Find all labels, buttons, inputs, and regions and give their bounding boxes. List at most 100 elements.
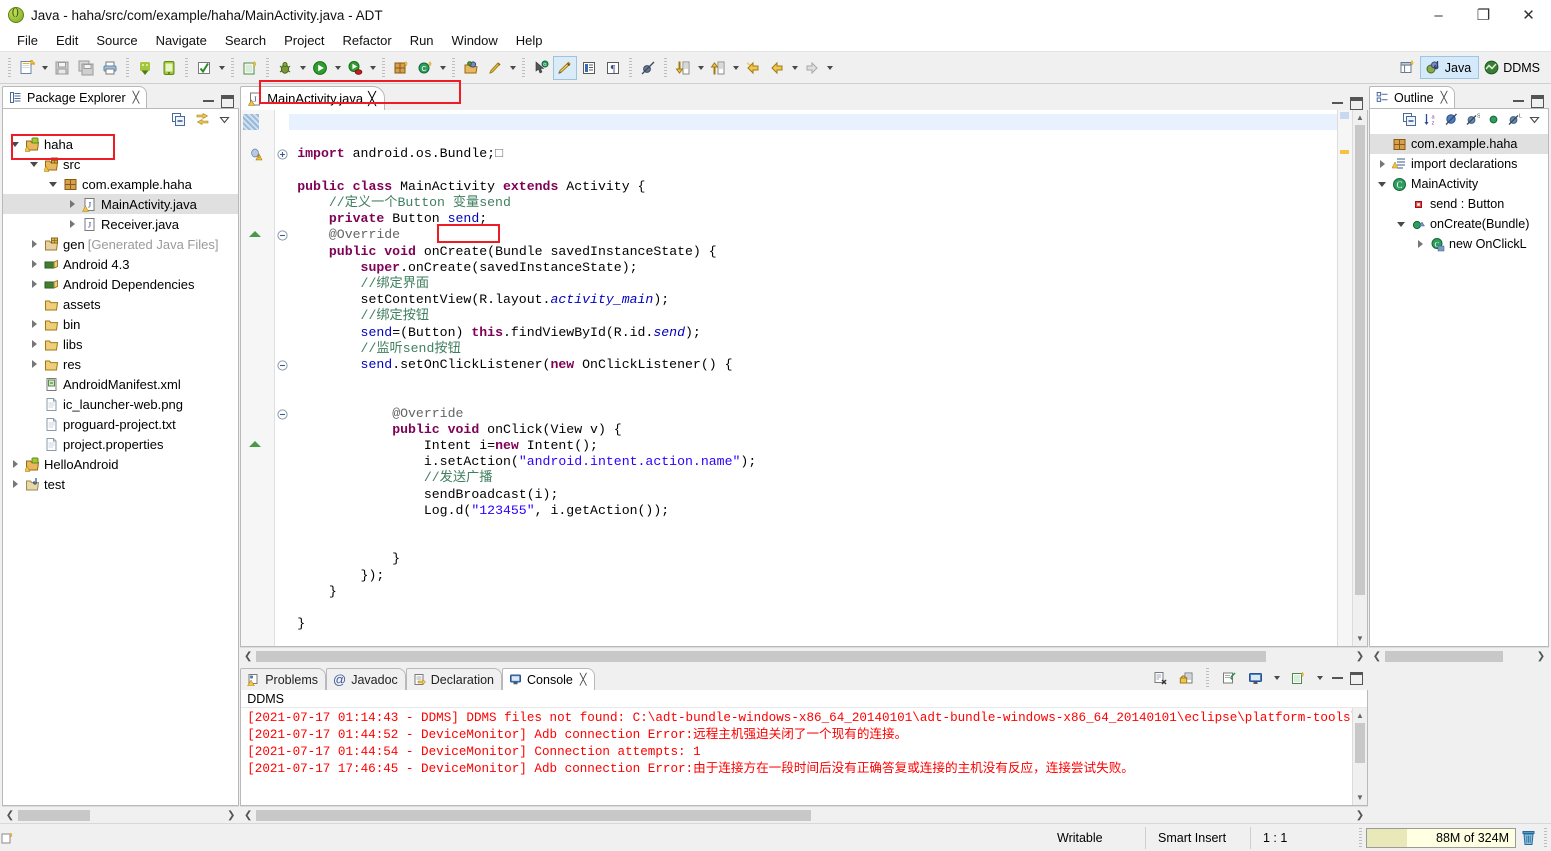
tree-item[interactable]: test xyxy=(3,474,238,494)
toolbar-grip-7[interactable] xyxy=(452,57,455,78)
chevron-down-icon[interactable] xyxy=(1374,181,1390,187)
hscroll-track[interactable] xyxy=(256,809,1352,821)
save-all-icon[interactable] xyxy=(74,56,98,80)
toolbar-grip-4[interactable] xyxy=(231,57,234,78)
tree-item[interactable]: AndroidManifest.xml xyxy=(3,374,238,394)
new-android-project-icon[interactable] xyxy=(238,56,262,80)
menu-file[interactable]: File xyxy=(8,31,47,50)
hide-static-icon[interactable]: S xyxy=(1463,110,1482,129)
next-annotation-icon[interactable] xyxy=(706,56,730,80)
previous-annotation-dropdown-icon[interactable] xyxy=(695,56,706,80)
tree-item[interactable]: gen [Generated Java Files] xyxy=(3,234,238,254)
hide-local-types-icon[interactable]: L xyxy=(1505,110,1524,129)
new-java-class-dropdown-icon[interactable] xyxy=(437,56,448,80)
tree-item[interactable]: HelloAndroid xyxy=(3,454,238,474)
console-content[interactable]: DDMS [2021-07-17 01:14:43 - DDMS] DDMS f… xyxy=(240,690,1368,806)
scroll-up-icon[interactable]: ▲ xyxy=(1353,708,1367,723)
menu-project[interactable]: Project xyxy=(275,31,333,50)
chevron-right-icon[interactable] xyxy=(26,360,42,368)
maximize-button[interactable]: ❐ xyxy=(1461,0,1506,30)
vscroll-thumb[interactable] xyxy=(1355,125,1365,595)
code-area[interactable]: package com.example.haha; import android… xyxy=(289,110,1337,646)
new-java-package-icon[interactable] xyxy=(389,56,413,80)
chevron-right-icon[interactable] xyxy=(7,480,23,488)
console-toolbar-grip[interactable] xyxy=(1206,668,1209,688)
menu-navigate[interactable]: Navigate xyxy=(147,31,216,50)
tree-item[interactable]: proguard-project.txt xyxy=(3,414,238,434)
menu-search[interactable]: Search xyxy=(216,31,275,50)
hscroll-thumb[interactable] xyxy=(18,809,90,821)
back-dropdown-icon[interactable] xyxy=(789,56,800,80)
hscroll-track[interactable] xyxy=(1385,650,1533,662)
toggle-ant-icon[interactable] xyxy=(553,55,577,80)
close-icon[interactable]: ╳ xyxy=(580,673,587,686)
tree-item[interactable]: com.example.haha xyxy=(3,174,238,194)
search-dropdown-icon[interactable] xyxy=(507,56,518,80)
scroll-right-icon[interactable]: ❯ xyxy=(1533,651,1549,662)
new-wizard-dropdown-icon[interactable] xyxy=(39,56,50,80)
close-icon[interactable]: ╳ xyxy=(368,91,376,107)
menu-window[interactable]: Window xyxy=(443,31,507,50)
sort-icon[interactable]: az xyxy=(1421,110,1440,129)
tree-item[interactable]: project.properties xyxy=(3,434,238,454)
tree-item[interactable]: libs xyxy=(3,334,238,354)
android-virtual-device-manager-icon[interactable] xyxy=(157,56,181,80)
code-editor[interactable]: ! package com.example.haha; import andro… xyxy=(240,110,1368,647)
maximize-view-icon[interactable] xyxy=(221,95,235,108)
search-icon[interactable] xyxy=(483,56,507,80)
minimize-view-icon[interactable] xyxy=(1512,95,1525,108)
tree-item[interactable]: ic_launcher-web.png xyxy=(3,394,238,414)
scroll-right-icon[interactable]: ❯ xyxy=(1352,651,1368,662)
perspective-ddms[interactable]: DDMS xyxy=(1479,56,1547,79)
hide-non-public-icon[interactable] xyxy=(1484,110,1503,129)
editor-gutter[interactable]: ! xyxy=(241,110,276,646)
maximize-view-icon[interactable] xyxy=(1531,95,1544,108)
console-hscrollbar[interactable]: ❮ ❯ xyxy=(240,806,1368,823)
chevron-right-icon[interactable] xyxy=(26,260,42,268)
open-console-icon[interactable] xyxy=(1288,669,1308,688)
new-java-class-icon[interactable]: C xyxy=(413,56,437,80)
collapse-all-icon[interactable] xyxy=(168,110,188,129)
skip-all-breakpoints-icon[interactable] xyxy=(636,56,660,80)
build-check-icon[interactable] xyxy=(192,56,216,80)
fold-collapse-icon[interactable] xyxy=(277,360,288,371)
tree-item[interactable]: C MainActivity xyxy=(1370,174,1548,194)
pin-console-icon[interactable] xyxy=(1219,669,1239,688)
tab-mainactivity-java[interactable]: J MainActivity.java ╳ xyxy=(240,86,385,110)
last-edit-location-icon[interactable] xyxy=(741,56,765,80)
chevron-right-icon[interactable] xyxy=(26,320,42,328)
next-annotation-dropdown-icon[interactable] xyxy=(730,56,741,80)
previous-annotation-icon[interactable] xyxy=(671,56,695,80)
hscroll-thumb[interactable] xyxy=(256,809,812,821)
editor-hscrollbar[interactable]: ❮ ❯ xyxy=(240,647,1368,664)
chevron-down-icon[interactable] xyxy=(26,161,42,167)
tree-item[interactable]: com.example.haha xyxy=(1370,134,1548,154)
run-external-dropdown-icon[interactable] xyxy=(367,56,378,80)
scroll-left-icon[interactable]: ❮ xyxy=(2,810,18,821)
chevron-right-icon[interactable] xyxy=(1412,240,1428,248)
scroll-left-icon[interactable]: ❮ xyxy=(1369,651,1385,662)
show-whitespace-icon[interactable]: ¶ xyxy=(601,56,625,80)
editor-vscrollbar[interactable]: ▲ ▼ xyxy=(1352,110,1367,646)
tree-item[interactable]: bin xyxy=(3,314,238,334)
chevron-right-icon[interactable] xyxy=(1374,160,1390,168)
menu-source[interactable]: Source xyxy=(87,31,146,50)
hide-fields-icon[interactable] xyxy=(1442,110,1461,129)
scroll-down-icon[interactable]: ▼ xyxy=(1353,631,1367,646)
close-button[interactable]: ✕ xyxy=(1506,0,1551,30)
fold-expand-icon[interactable] xyxy=(277,149,288,160)
menu-edit[interactable]: Edit xyxy=(47,31,87,50)
overview-ruler[interactable] xyxy=(1337,110,1352,646)
hscroll-track[interactable] xyxy=(256,650,1352,662)
hscroll-thumb[interactable] xyxy=(256,650,1267,662)
perspective-java[interactable]: Java xyxy=(1419,56,1480,79)
back-icon[interactable] xyxy=(765,56,789,80)
toolbar-grip-9[interactable] xyxy=(629,57,632,78)
scroll-left-icon[interactable]: ❮ xyxy=(240,810,256,821)
tree-item[interactable]: send : Button xyxy=(1370,194,1548,214)
open-perspective-icon[interactable] xyxy=(1396,56,1420,80)
collapse-all-icon[interactable] xyxy=(1400,110,1419,129)
tab-console[interactable]: Console ╳ xyxy=(502,668,595,690)
tab-problems[interactable]: Problems xyxy=(240,668,327,690)
chevron-right-icon[interactable] xyxy=(26,340,42,348)
